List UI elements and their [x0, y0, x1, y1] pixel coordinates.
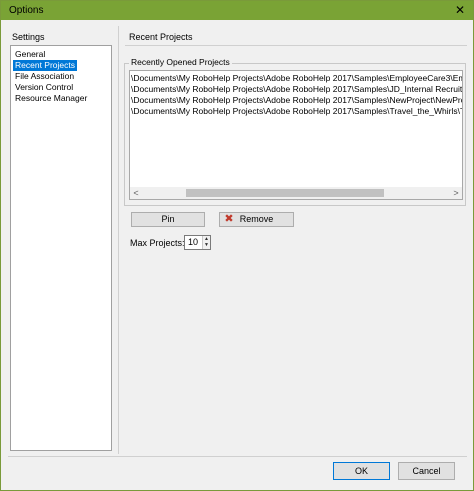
stepper-down-icon[interactable]: ▼	[203, 242, 210, 248]
scroll-left-icon[interactable]: <	[130, 187, 142, 199]
pin-button[interactable]: Pin	[131, 212, 205, 227]
remove-button[interactable]: ✖ Remove	[219, 212, 294, 227]
footer-divider	[8, 456, 467, 457]
recent-projects-list[interactable]: \Documents\My RoboHelp Projects\Adobe Ro…	[129, 70, 463, 200]
close-icon[interactable]: ✕	[453, 3, 467, 17]
panel-divider	[118, 26, 119, 454]
scroll-right-icon[interactable]: >	[450, 187, 462, 199]
cancel-button[interactable]: Cancel	[398, 462, 455, 480]
settings-item-recent-projects[interactable]: Recent Projects	[13, 60, 77, 71]
options-dialog: Options ✕ Settings General Recent Projec…	[0, 0, 474, 491]
list-item[interactable]: \Documents\My RoboHelp Projects\Adobe Ro…	[131, 84, 462, 95]
max-projects-value[interactable]: 10	[188, 237, 198, 247]
settings-item-version-control[interactable]: Version Control	[13, 82, 75, 93]
title-bar: Options ✕	[1, 1, 473, 20]
settings-item-file-association[interactable]: File Association	[13, 71, 76, 82]
stepper-buttons: ▲ ▼	[202, 236, 210, 249]
window-title: Options	[9, 5, 44, 16]
max-projects-stepper[interactable]: 10 ▲ ▼	[184, 235, 211, 250]
list-item[interactable]: \Documents\My RoboHelp Projects\Adobe Ro…	[131, 73, 462, 84]
horizontal-scrollbar[interactable]: < >	[130, 187, 462, 199]
settings-label: Settings	[12, 32, 45, 42]
remove-icon: ✖	[224, 213, 234, 225]
list-item[interactable]: \Documents\My RoboHelp Projects\Adobe Ro…	[131, 95, 462, 106]
section-title: Recent Projects	[129, 32, 193, 42]
settings-item-general[interactable]: General	[13, 49, 47, 60]
remove-button-label: Remove	[239, 214, 274, 224]
section-divider	[125, 45, 467, 46]
recent-projects-group-label: Recently Opened Projects	[129, 57, 232, 67]
max-projects-label: Max Projects:	[130, 238, 185, 248]
list-item[interactable]: \Documents\My RoboHelp Projects\Adobe Ro…	[131, 106, 462, 117]
ok-button[interactable]: OK	[333, 462, 390, 480]
settings-item-resource-manager[interactable]: Resource Manager	[13, 93, 89, 104]
scrollbar-thumb[interactable]	[186, 189, 384, 197]
settings-list: General Recent Projects File Association…	[10, 45, 112, 451]
